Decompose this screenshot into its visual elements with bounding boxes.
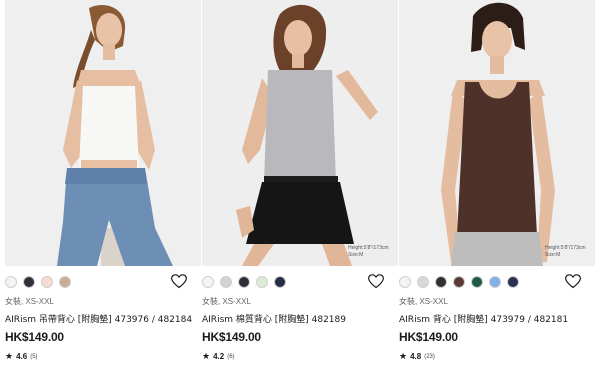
model-photo-white-camisole [5,0,201,266]
color-swatches [202,274,286,289]
color-swatch[interactable] [453,275,465,288]
color-swatch[interactable] [59,275,71,288]
product-image[interactable]: Height:5'8"/173cm Size:M [202,0,398,266]
gender-size-range: 女裝, XS-XXL [5,297,54,306]
rating-value: 4.2 [213,352,225,361]
gender-size-range: 女裝, XS-XXL [399,297,448,306]
color-swatch[interactable] [5,275,17,288]
review-count: (23) [424,353,435,360]
product-name[interactable]: AIRism 吊帶背心 [附胸墊] 473976 / 482184 [5,312,201,325]
gender-size-range: 女裝, XS-XXL [202,297,251,306]
product-price: HK$149.00 [399,330,458,344]
color-swatch[interactable] [489,275,501,288]
color-swatch[interactable] [202,275,214,288]
product-name[interactable]: AIRism 棉質背心 [附胸墊] 482189 [202,312,398,325]
review-count: (6) [227,353,235,360]
color-swatch[interactable] [471,275,483,288]
model-photo-grey-tank [202,0,398,266]
review-count: (5) [30,353,38,360]
product-card[interactable]: 女裝, XS-XXL AIRism 吊帶背心 [附胸墊] 473976 / 48… [5,0,201,374]
product-name[interactable]: AIRism 背心 [附胸墊] 473979 / 482181 [399,312,595,325]
rating-value: 4.6 [16,352,28,361]
color-swatch[interactable] [399,275,411,288]
product-rating: ★ 4.2 (6) [202,351,235,362]
color-swatch[interactable] [507,275,519,288]
star-icon: ★ [202,351,211,361]
product-rating: ★ 4.8 (23) [399,351,435,362]
color-swatch[interactable] [23,275,35,288]
color-swatch[interactable] [41,275,53,288]
color-swatch[interactable] [274,275,286,288]
product-card[interactable]: Height:5'8"/173cm Size:M 女裝, XS-XXL AIRi… [202,0,398,374]
color-swatches [399,274,519,289]
product-image[interactable] [5,0,201,266]
color-swatch[interactable] [238,275,250,288]
model-size-hint: Height:5'8"/173cm Size:M [545,245,586,258]
rating-value: 4.8 [410,352,422,361]
product-price: HK$149.00 [202,330,261,344]
heart-icon[interactable] [565,274,581,289]
color-swatch[interactable] [256,275,268,288]
product-grid: 女裝, XS-XXL AIRism 吊帶背心 [附胸墊] 473976 / 48… [0,0,600,374]
color-swatch[interactable] [220,275,232,288]
model-photo-brown-tank [399,0,595,266]
color-swatch[interactable] [435,275,447,288]
color-swatches [5,274,71,289]
product-card[interactable]: Height:5'8"/173cm Size:M 女裝, XS-XXL AIRi… [399,0,595,374]
color-swatch[interactable] [417,275,429,288]
heart-icon[interactable] [171,274,187,289]
product-rating: ★ 4.6 (5) [5,351,38,362]
model-size-hint: Height:5'8"/173cm Size:M [348,245,389,258]
star-icon: ★ [5,351,14,361]
heart-icon[interactable] [368,274,384,289]
product-image[interactable]: Height:5'8"/173cm Size:M [399,0,595,266]
star-icon: ★ [399,351,408,361]
product-price: HK$149.00 [5,330,64,344]
